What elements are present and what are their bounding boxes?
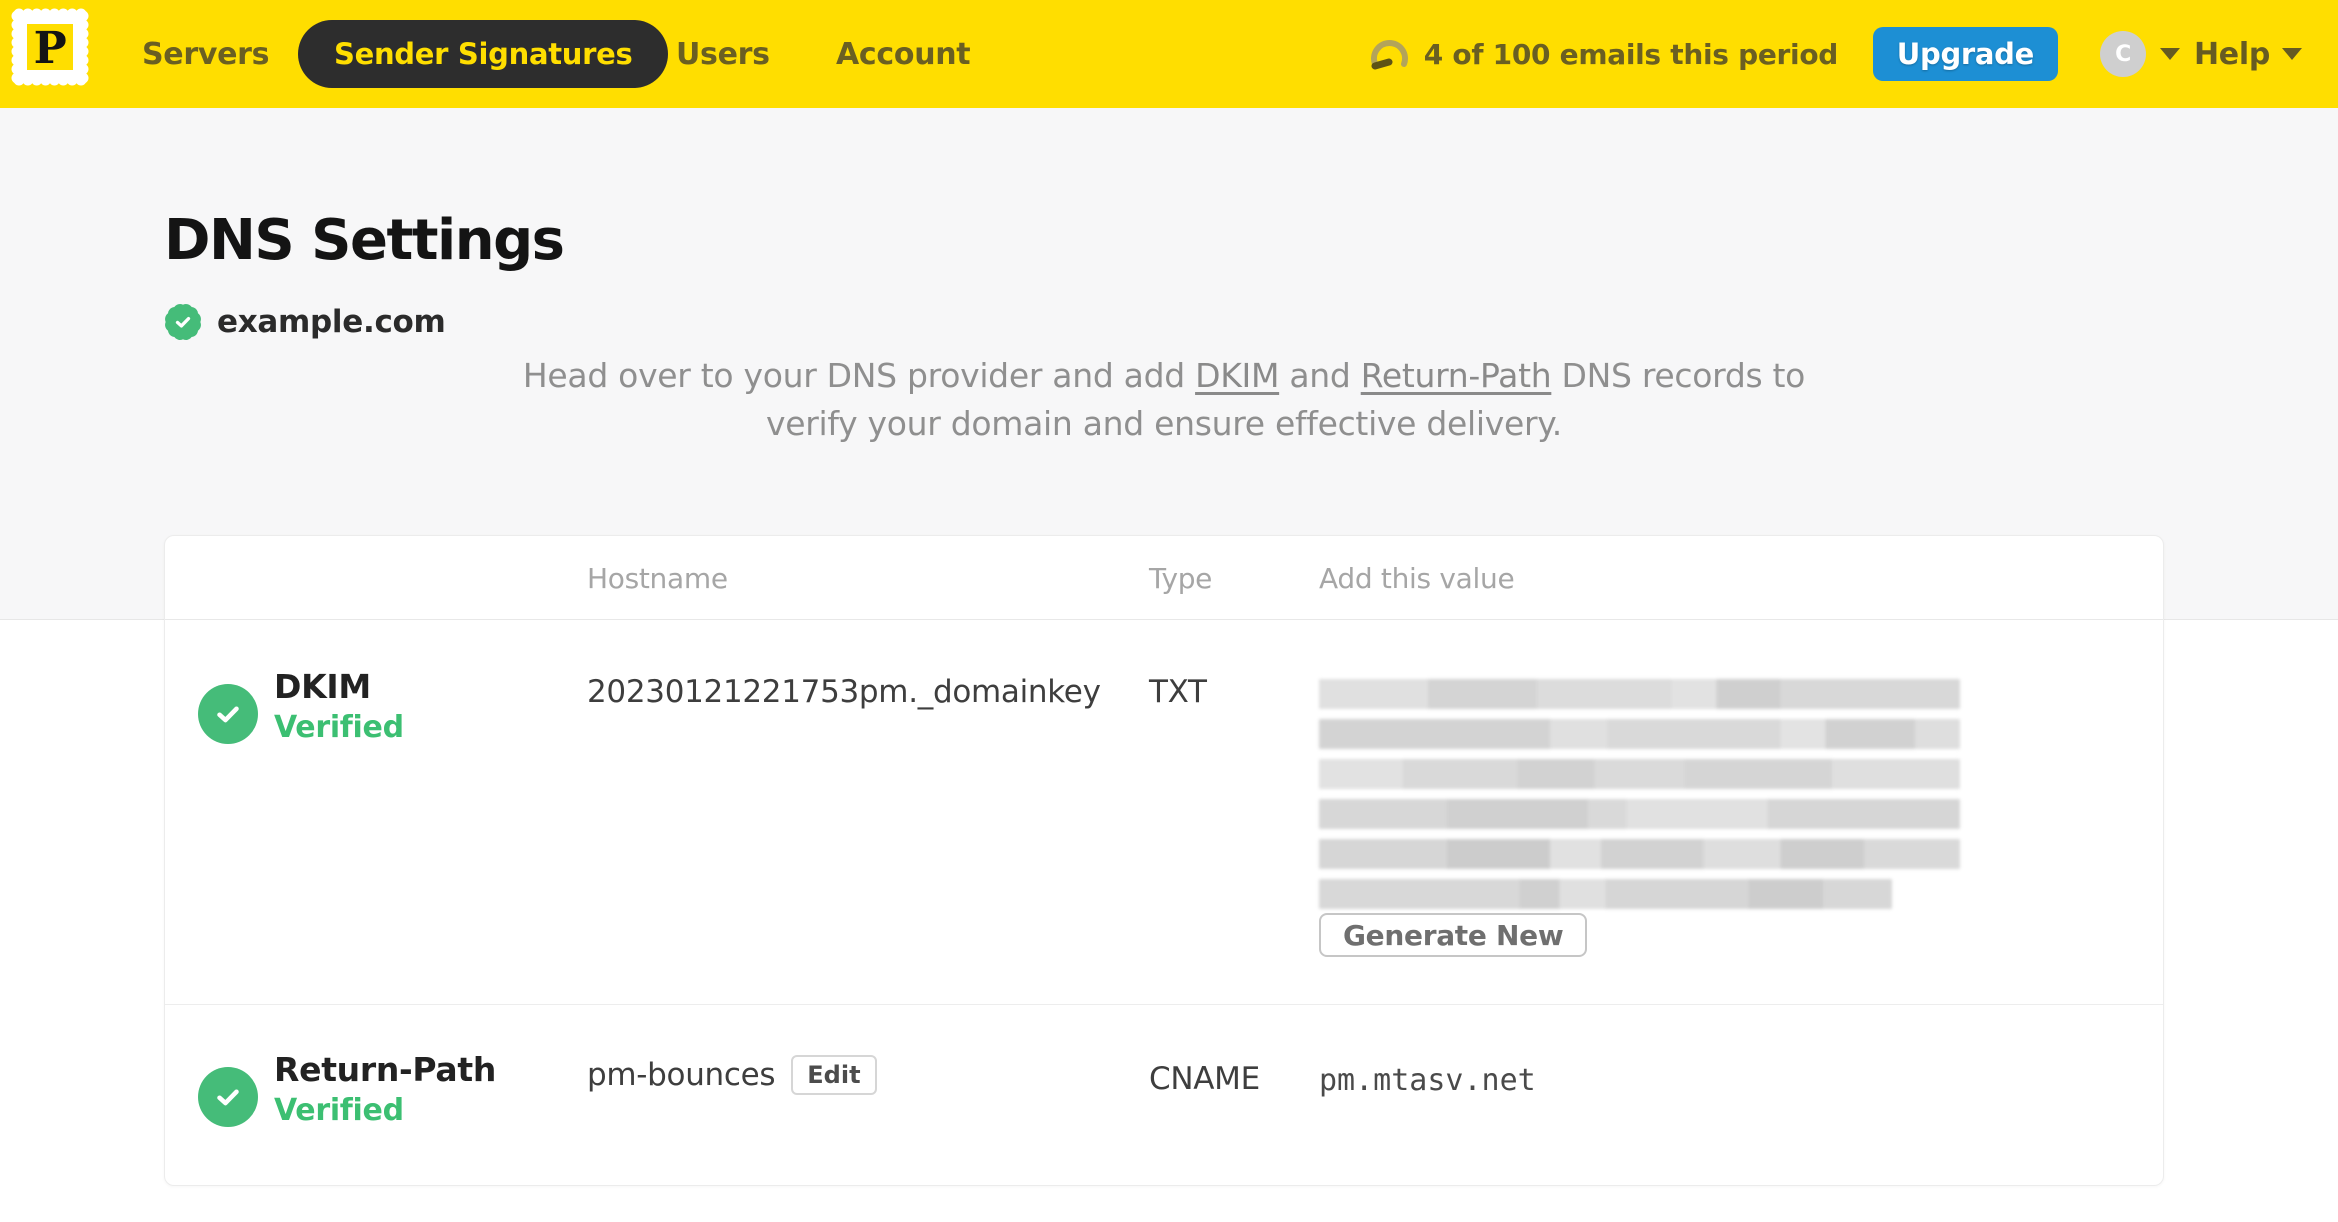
table-header-row: Hostname Type Add this value (165, 536, 2163, 620)
usage-meter: 4 of 100 emails this period (1368, 0, 1838, 108)
type-cell: CNAME (1149, 1061, 1260, 1097)
nav-item-sender-signatures-active[interactable]: Sender Signatures (298, 20, 669, 88)
checkmark-icon (162, 301, 204, 343)
record-name: DKIM (274, 667, 371, 706)
chevron-down-icon (2282, 48, 2302, 60)
help-label: Help (2193, 36, 2270, 72)
domain-name: example.com (217, 304, 446, 340)
description-text: DNS records to (1551, 356, 1806, 395)
verified-check-icon (198, 684, 258, 744)
redacted-value-bar (1319, 719, 1960, 749)
upgrade-button[interactable]: Upgrade (1872, 27, 2058, 81)
column-header-hostname: Hostname (587, 561, 728, 595)
hostname-cell: pm-bounces (587, 1057, 776, 1093)
value-cell: pm.mtasv.net (1319, 1063, 1536, 1098)
type-cell: TXT (1149, 674, 1207, 710)
column-header-add-this-value: Add this value (1319, 561, 1515, 595)
postmark-logo[interactable]: P (10, 7, 90, 87)
avatar[interactable]: C (2100, 31, 2146, 77)
description-text-line2: verify your domain and ensure effective … (766, 404, 1562, 443)
row-divider (165, 1004, 2163, 1005)
domain-row: example.com (162, 301, 446, 343)
description-text: Head over to your DNS provider and add (522, 356, 1196, 395)
redacted-value-bar (1319, 839, 1960, 869)
status-badge: Verified (274, 1093, 404, 1128)
chevron-down-icon (2160, 48, 2180, 60)
verified-seal-icon (162, 301, 204, 343)
redacted-value-bar (1319, 679, 1960, 709)
dkim-link[interactable]: DKIM (1195, 356, 1279, 395)
usage-text: 4 of 100 emails this period (1423, 37, 1839, 71)
account-menu[interactable]: C (2100, 0, 2180, 108)
hostname-cell: 20230121221753pm._domainkey (587, 674, 1101, 710)
redacted-value-bar (1319, 879, 1892, 909)
edit-button[interactable]: Edit (791, 1055, 877, 1095)
redacted-value-bar (1319, 799, 1960, 829)
column-header-type: Type (1149, 561, 1213, 595)
gauge-icon (1370, 40, 1408, 70)
nav-item-servers[interactable]: Servers (142, 0, 270, 108)
verified-check-icon (198, 1067, 258, 1127)
logo-letter: P (34, 23, 67, 74)
dns-records-card: Hostname Type Add this value DKIM Verifi… (164, 535, 2164, 1186)
generate-new-button[interactable]: Generate New (1319, 913, 1588, 957)
nav-item-users[interactable]: Users (676, 0, 770, 108)
page-description: Head over to your DNS provider and add D… (484, 352, 1844, 448)
redacted-value-bar (1319, 759, 1960, 789)
top-navbar: P Servers Sender Signatures Users Accoun… (0, 0, 2338, 108)
postage-stamp-icon: P (11, 8, 89, 86)
page-title: DNS Settings (164, 208, 565, 273)
description-text: and (1279, 356, 1361, 395)
help-menu[interactable]: Help (2194, 0, 2302, 108)
return-path-link[interactable]: Return-Path (1361, 356, 1552, 395)
nav-item-account[interactable]: Account (836, 0, 971, 108)
record-name: Return-Path (274, 1050, 497, 1089)
status-badge: Verified (274, 710, 404, 745)
